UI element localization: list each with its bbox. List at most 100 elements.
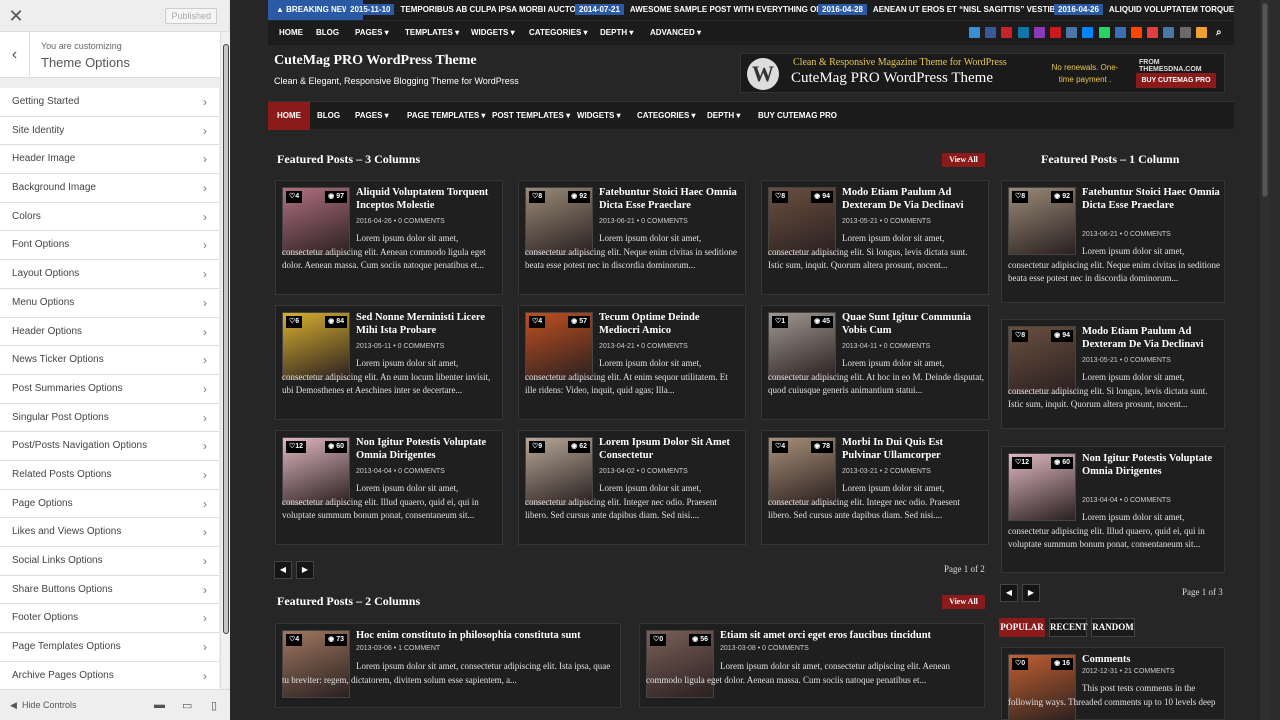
social-link-icon[interactable] [1195, 27, 1207, 38]
mainnav-item[interactable]: WIDGETS ▾ [577, 102, 621, 130]
published-button[interactable]: Published [165, 8, 217, 24]
likes-badge[interactable]: ♡4 [286, 634, 303, 646]
tablet-preview-icon[interactable]: ▭ [182, 699, 192, 712]
ticker-item[interactable]: 2015-11-10 TEMPORIBUS AB CULPA IPSA MORBI… [346, 0, 582, 20]
social-link-icon[interactable] [1131, 27, 1142, 38]
mainnav-item[interactable]: BLOG [317, 102, 340, 130]
likes-badge[interactable]: ♡8 [529, 191, 546, 203]
likes-badge[interactable]: ♡12 [286, 441, 307, 453]
customizer-item[interactable]: Archive Pages Options › [0, 661, 219, 691]
tab-popular[interactable]: POPULAR [999, 618, 1045, 637]
mainnav-item[interactable]: BUY CUTEMAG PRO [758, 102, 837, 130]
search-icon[interactable]: ⌕ [1216, 21, 1222, 45]
customizer-item[interactable]: Menu Options › [0, 288, 219, 318]
likes-badge[interactable]: ♡4 [529, 316, 546, 328]
customizer-item[interactable]: Share Buttons Options › [0, 575, 219, 605]
post-title[interactable]: Quae Sunt Igitur Communia Vobis Cum [842, 312, 984, 337]
mainnav-item[interactable]: POST TEMPLATES ▾ [492, 102, 570, 130]
topnav-item[interactable]: ADVANCED ▾ [650, 21, 701, 45]
post-comments-link[interactable]: 0 COMMENTS [641, 218, 688, 225]
likes-badge[interactable]: ♡4 [772, 441, 789, 453]
scrollbar-thumb[interactable] [223, 44, 229, 634]
post-title[interactable]: Morbi In Dui Quis Est Pulvinar Ullamcorp… [842, 437, 984, 462]
post-title[interactable]: Etiam sit amet orci eget eros faucibus t… [720, 630, 980, 643]
mainnav-item[interactable]: HOME [268, 102, 310, 130]
post-comments-link[interactable]: 2 COMMENTS [884, 468, 931, 475]
topnav-item[interactable]: PAGES ▾ [355, 21, 389, 45]
post-comments-link[interactable]: 0 COMMENTS [884, 343, 931, 350]
social-link-icon[interactable] [1114, 27, 1126, 38]
customizer-item[interactable]: Font Options › [0, 231, 219, 261]
post-card[interactable]: ♡4 ◉ 73 Hoc enim constituto in philosophia… [275, 623, 621, 708]
likes-badge[interactable]: ♡8 [772, 191, 789, 203]
customizer-item[interactable]: Likes and Views Options › [0, 518, 219, 547]
post-card[interactable]: ♡4 ◉ 97 Aliquid Voluptatem Torquent Incept… [275, 180, 503, 295]
likes-badge[interactable]: ♡9 [529, 441, 546, 453]
hide-controls-button[interactable]: ◀ Hide Controls [10, 700, 76, 711]
customizer-item[interactable]: Site Identity › [0, 116, 219, 146]
post-title[interactable]: Non Igitur Potestis Voluptate Omnia Diri… [356, 437, 498, 462]
social-link-icon[interactable] [985, 27, 997, 38]
mobile-preview-icon[interactable]: ▯ [211, 699, 217, 712]
ticker-item[interactable]: 2016-04-26 ALIQUID VOLUPTATEM TORQUENT IN… [1054, 0, 1234, 20]
post-title[interactable]: Comments [1082, 654, 1220, 667]
topnav-item[interactable]: WIDGETS ▾ [471, 21, 515, 45]
post-title[interactable]: Aliquid Voluptatem Torquent Inceptos Mol… [356, 187, 498, 212]
topnav-item[interactable]: TEMPLATES ▾ [405, 21, 459, 45]
likes-badge[interactable]: ♡8 [1012, 330, 1029, 342]
post-title[interactable]: Sed Nonne Merninisti Licere Mihi Ista Pr… [356, 312, 498, 337]
post-title[interactable]: Lorem Ipsum Dolor Sit Amet Consectetur [599, 437, 741, 462]
post-card[interactable]: ♡12 ◉ 60 Non Igitur Potestis Voluptate Omn… [275, 430, 503, 545]
customizer-scrollbar[interactable] [220, 32, 230, 688]
back-arrow-icon[interactable]: ‹ [0, 32, 30, 78]
customizer-item[interactable]: Getting Started › [0, 88, 219, 117]
post-comments-link[interactable]: 0 COMMENTS [762, 645, 809, 652]
customizer-item[interactable]: Header Options › [0, 317, 219, 347]
post-card[interactable]: ♡8 ◉ 94 Modo Etiam Paulum Ad Dexteram De V… [761, 180, 989, 295]
post-card[interactable]: ♡0 ◉ 56 Etiam sit amet orci eget eros fauc… [639, 623, 985, 708]
customizer-item[interactable]: Post/Posts Navigation Options › [0, 432, 219, 461]
post-title[interactable]: Fatebuntur Stoici Haec Omnia Dicta Esse … [599, 187, 741, 212]
mainnav-item[interactable]: DEPTH ▾ [707, 102, 740, 130]
header-ad-banner[interactable]: W Clean & Responsive Magazine Theme for … [740, 53, 1225, 93]
mainnav-item[interactable]: PAGE TEMPLATES ▾ [407, 102, 485, 130]
customizer-item[interactable]: Social Links Options › [0, 547, 219, 576]
likes-badge[interactable]: ♡8 [1012, 191, 1029, 203]
post-comments-link[interactable]: 1 COMMENT [398, 645, 440, 652]
customizer-item[interactable]: Footer Options › [0, 604, 219, 634]
post-comments-link[interactable]: 0 COMMENTS [1124, 497, 1171, 504]
topnav-item[interactable]: DEPTH ▾ [600, 21, 633, 45]
social-link-icon[interactable] [1017, 27, 1029, 38]
post-title[interactable]: Tecum Optime Deinde Mediocri Amico [599, 312, 741, 337]
social-link-icon[interactable] [1066, 27, 1078, 38]
topnav-item[interactable]: CATEGORIES ▾ [529, 21, 588, 45]
site-title[interactable]: CuteMag PRO WordPress Theme [274, 53, 477, 69]
social-link-icon[interactable] [1001, 27, 1013, 38]
mainnav-item[interactable]: CATEGORIES ▾ [637, 102, 696, 130]
customizer-item[interactable]: Post Summaries Options › [0, 374, 219, 404]
social-link-icon[interactable] [1082, 27, 1094, 38]
post-comments-link[interactable]: 0 COMMENTS [398, 343, 445, 350]
post-comments-link[interactable]: 21 COMMENTS [1124, 668, 1175, 675]
post-title[interactable]: Modo Etiam Paulum Ad Dexteram De Via Dec… [1082, 326, 1220, 351]
social-link-icon[interactable] [1147, 27, 1159, 38]
post-card[interactable]: ♡12 ◉ 60 Non Igitur Potestis Voluptate Omn… [1001, 446, 1225, 573]
customizer-item[interactable]: Colors › [0, 202, 219, 232]
desktop-preview-icon[interactable]: ▬ [154, 699, 165, 711]
topnav-item[interactable]: HOME [279, 21, 303, 45]
mainnav-item[interactable]: PAGES ▾ [355, 102, 389, 130]
social-link-icon[interactable] [1050, 27, 1061, 38]
social-link-icon[interactable] [1098, 27, 1110, 38]
social-link-icon[interactable] [1179, 27, 1191, 38]
post-card[interactable]: ♡4 ◉ 57 Tecum Optime Deinde Mediocri Amico… [518, 305, 746, 420]
social-link-icon[interactable] [1163, 27, 1175, 38]
post-card[interactable]: ♡8 ◉ 94 Modo Etiam Paulum Ad Dexteram De V… [1001, 319, 1225, 429]
customizer-item[interactable]: Layout Options › [0, 260, 219, 289]
close-icon[interactable]: ✕ [0, 0, 32, 32]
post-card[interactable]: ♡8 ◉ 92 Fatebuntur Stoici Haec Omnia Dicta… [518, 180, 746, 295]
post-comments-link[interactable]: 0 COMMENTS [398, 218, 445, 225]
likes-badge[interactable]: ♡0 [1012, 658, 1029, 670]
post-title[interactable]: Hoc enim constituto in philosophia const… [356, 630, 616, 643]
social-link-icon[interactable] [1033, 27, 1045, 38]
customizer-item[interactable]: Related Posts Options › [0, 460, 219, 490]
